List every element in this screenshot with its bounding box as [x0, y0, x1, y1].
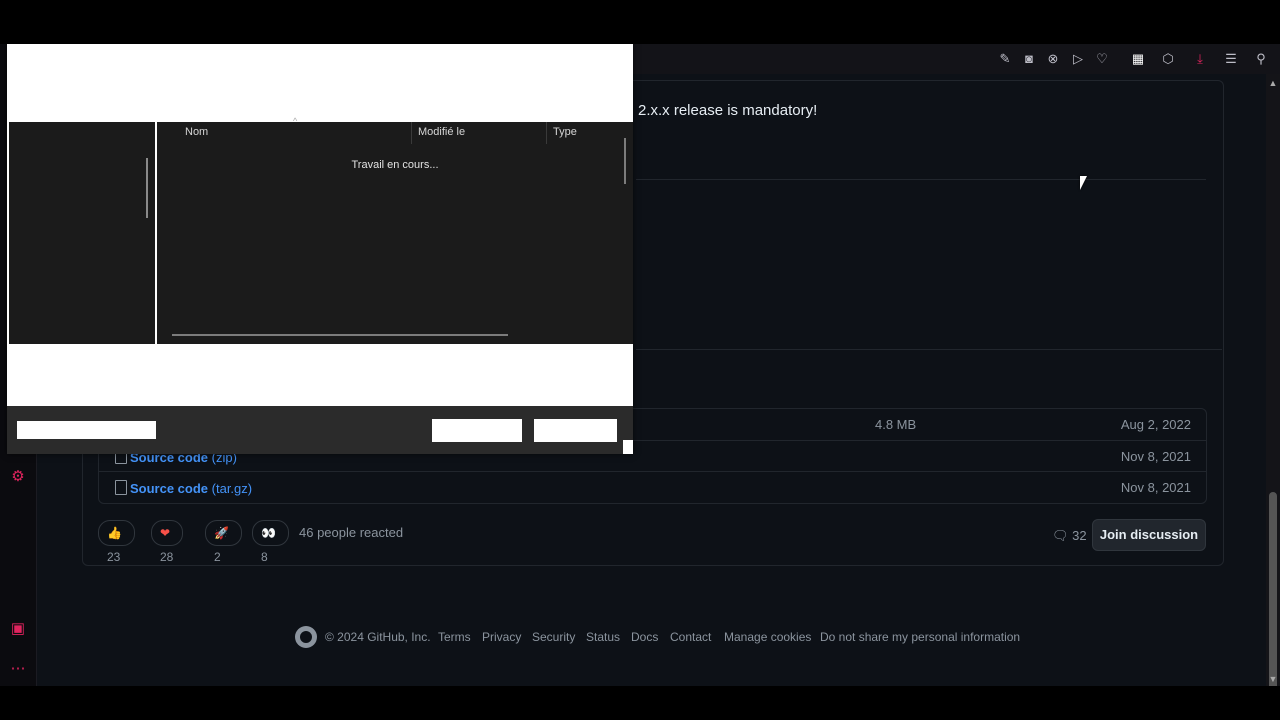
close-circle-icon[interactable]: ⊗	[1045, 51, 1061, 67]
reaction-rocket[interactable]: 🚀2	[205, 520, 242, 564]
sort-caret-icon: ^	[293, 116, 298, 126]
asset-row[interactable]: Source code (tar.gz) Nov 8, 2021	[99, 471, 1206, 503]
column-separator[interactable]	[411, 122, 412, 144]
camera-icon[interactable]: ◙	[1021, 51, 1037, 67]
loading-status: Travail en cours...	[351, 159, 439, 171]
source-targz-link[interactable]: Source code (tar.gz)	[115, 480, 252, 496]
reaction-count: 28	[160, 550, 174, 564]
footer-link-cookies[interactable]: Manage cookies	[724, 630, 811, 644]
nav-scrollbar[interactable]	[146, 158, 148, 218]
resize-grip[interactable]	[623, 440, 633, 454]
scroll-down-icon[interactable]: ▼	[1268, 674, 1278, 684]
cube-icon[interactable]: ⬡	[1160, 51, 1176, 67]
divider	[636, 179, 1206, 180]
comments-count[interactable]: 🗨 32	[1052, 528, 1087, 544]
gallery-icon[interactable]: ▣	[9, 620, 27, 638]
edit-icon[interactable]: ✎	[997, 51, 1013, 67]
divider	[636, 349, 1222, 350]
footer-link-contact[interactable]: Contact	[670, 630, 711, 644]
filename-input[interactable]	[17, 421, 156, 439]
reaction-count: 23	[107, 550, 121, 564]
file-save-dialog: ^ Nom Modifié le Type Travail en cours..…	[7, 44, 633, 454]
mouse-cursor	[1080, 176, 1087, 190]
save-button[interactable]	[432, 419, 522, 442]
page-scrollbar[interactable]: ▲ ▼	[1266, 74, 1280, 686]
reaction-count: 2	[214, 550, 221, 564]
qr-icon[interactable]: ▦	[1130, 51, 1146, 67]
eyes-icon: 👀	[261, 526, 276, 540]
reaction-thumbsup[interactable]: 👍 23	[98, 520, 135, 564]
cancel-button[interactable]	[534, 419, 617, 442]
asset-date: Nov 8, 2021	[1120, 480, 1191, 495]
menu-icon[interactable]: ☰	[1223, 51, 1239, 67]
reaction-count: 8	[261, 550, 268, 564]
release-note-text: 2.x.x release is mandatory!	[638, 102, 818, 119]
download-icon[interactable]: ⤓	[1192, 51, 1208, 67]
reaction-eyes[interactable]: 👀8	[252, 520, 289, 564]
heart-icon: ❤	[160, 526, 171, 540]
footer-link-security[interactable]: Security	[532, 630, 575, 644]
file-list-pane[interactable]: ^ Nom Modifié le Type Travail en cours..…	[157, 116, 633, 344]
asset-suffix: (tar.gz)	[208, 481, 253, 496]
comment-icon: 🗨	[1052, 528, 1069, 543]
comment-count: 32	[1072, 528, 1087, 543]
zip-file-icon	[115, 480, 127, 495]
scrollbar-thumb[interactable]	[1269, 492, 1277, 686]
footer-link-status[interactable]: Status	[586, 630, 620, 644]
column-header-modified[interactable]: Modifié le	[418, 126, 465, 138]
column-separator[interactable]	[546, 122, 547, 144]
send-icon[interactable]: ▷	[1070, 51, 1086, 67]
user-icon[interactable]: ⚲	[1253, 51, 1269, 67]
column-header-type[interactable]: Type	[553, 126, 577, 138]
file-list-hscroll[interactable]	[172, 334, 508, 336]
reactions-summary: 46 people reacted	[299, 525, 404, 540]
footer-link-privacy[interactable]: Privacy	[482, 630, 521, 644]
footer-link-terms[interactable]: Terms	[438, 630, 471, 644]
dialog-footer	[7, 406, 633, 454]
footer-link-do-not-share[interactable]: Do not share my personal information	[820, 630, 1020, 644]
settings-icon[interactable]: ⚙	[9, 468, 27, 486]
reaction-heart[interactable]: ❤ 28	[151, 520, 184, 564]
asset-size: 4.8 MB	[875, 417, 917, 432]
column-header-name[interactable]: Nom	[185, 126, 208, 138]
heart-icon[interactable]: ♡	[1094, 51, 1110, 67]
github-logo-icon[interactable]	[295, 626, 317, 648]
asset-date: Aug 2, 2022	[1120, 417, 1191, 432]
file-list-vscroll[interactable]	[624, 138, 626, 184]
asset-name: Source code	[130, 481, 209, 496]
copyright: © 2024 GitHub, Inc.	[325, 630, 431, 644]
footer-link-docs[interactable]: Docs	[631, 630, 658, 644]
rocket-icon: 🚀	[214, 526, 229, 540]
asset-date: Nov 8, 2021	[1120, 449, 1191, 464]
more-icon[interactable]: ⋯	[9, 660, 27, 678]
scroll-up-icon[interactable]: ▲	[1268, 78, 1278, 88]
thumbsup-icon: 👍	[107, 526, 122, 540]
join-discussion-button[interactable]: Join discussion	[1092, 519, 1206, 551]
navigation-pane[interactable]	[9, 122, 155, 344]
